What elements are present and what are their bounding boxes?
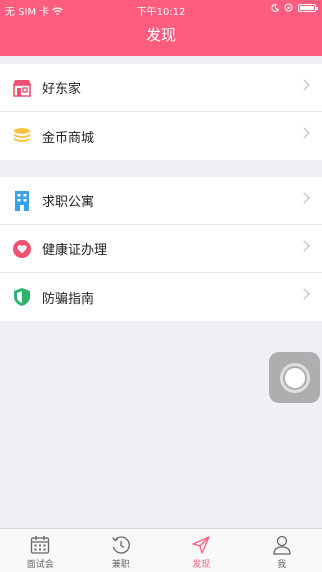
page-title: 发现 [145,26,176,44]
list-item-label: 求职公寓 [42,195,95,210]
assistive-touch-ring [279,362,310,393]
chevron-right-icon [298,240,310,252]
moon-icon [271,3,279,12]
discover-group-2: 求职公寓 健康证办理 防骗指南 [0,177,322,321]
tab-label: 发现 [192,560,211,570]
tab-label: 兼职 [111,560,130,570]
nav-bar: 发现 [0,18,322,56]
orientation-lock-icon [284,3,293,12]
tab-interview[interactable]: 面试会 [0,529,81,572]
battery-icon [298,3,318,12]
store-icon [12,78,32,98]
assistive-touch-button[interactable] [269,352,320,403]
list-item-label: 好东家 [42,82,82,97]
assistive-touch-dot [284,367,305,388]
list-item-health-certificate[interactable]: 健康证办理 [0,225,322,273]
list-item-anti-fraud-guide[interactable]: 防骗指南 [0,273,322,321]
tab-label: 我 [277,560,287,570]
coin-stack-icon [12,126,32,146]
person-icon [273,535,291,555]
discover-group-1: 好东家 金币商城 [0,64,322,160]
status-bar: 无 SIM 卡 下午10:12 [0,0,322,18]
list-item-label: 金币商城 [42,130,95,146]
navigation-arrow-icon [192,536,210,554]
list-item-job-apartment[interactable]: 求职公寓 [0,177,322,225]
clock-refresh-icon [111,536,130,554]
list-item-label: 防骗指南 [42,291,95,307]
chevron-right-icon [298,192,310,204]
list-item-haodongjia[interactable]: 好东家 [0,64,322,112]
tab-bar: 面试会 兼职 发现 我 [0,528,322,572]
heart-icon [12,239,32,259]
status-indicators [271,3,318,12]
chevron-right-icon [298,288,310,300]
tab-me[interactable]: 我 [242,529,322,572]
shield-icon [12,287,32,307]
tab-part-time[interactable]: 兼职 [81,529,162,572]
chevron-right-icon [298,79,310,91]
tab-discover[interactable]: 发现 [161,529,242,572]
calendar-icon [31,536,50,554]
list-item-label: 健康证办理 [42,243,108,258]
building-icon [12,190,32,211]
list-item-coin-mall[interactable]: 金币商城 [0,112,322,160]
chevron-right-icon [298,127,310,139]
tab-label: 面试会 [26,560,54,570]
